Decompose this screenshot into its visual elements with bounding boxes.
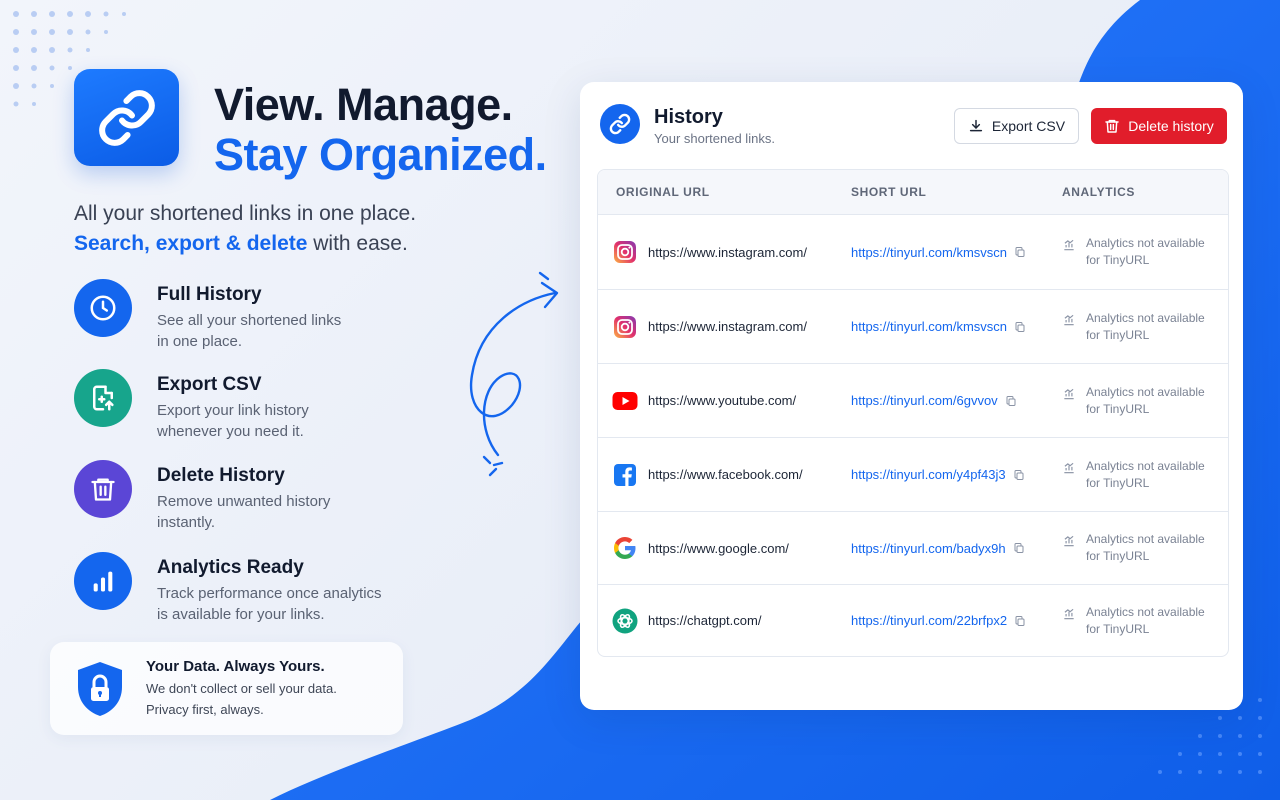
- facebook-icon: [612, 462, 638, 488]
- export-csv-button[interactable]: Export CSV: [954, 108, 1079, 144]
- hero-subtitle-rest: with ease.: [307, 232, 408, 255]
- history-table: ORIGINAL URL SHORT URL ANALYTICS https:/…: [597, 169, 1229, 657]
- original-url[interactable]: https://www.youtube.com/: [648, 393, 796, 408]
- hero-subtitle: All your shortened links in one place. S…: [74, 199, 416, 259]
- history-card: History Your shortened links. Export CSV…: [580, 82, 1243, 710]
- hero-title-line2: Stay Organized.: [214, 129, 547, 180]
- short-url-link[interactable]: https://tinyurl.com/kmsvscn: [851, 319, 1007, 334]
- hero-title: View. Manage. Stay Organized.: [214, 80, 547, 180]
- analytics-text: Analytics not available: [1086, 532, 1205, 546]
- table-row: https://www.instagram.com/ https://tinyu…: [598, 215, 1228, 290]
- short-url-link[interactable]: https://tinyurl.com/6gvvov: [851, 393, 998, 408]
- delete-history-label: Delete history: [1128, 118, 1214, 134]
- feature-title: Delete History: [157, 465, 285, 486]
- bar-chart-icon: [74, 552, 132, 610]
- hero-subtitle-highlight: Search, export & delete: [74, 232, 308, 255]
- chatgpt-icon: [612, 608, 638, 634]
- analytics-chart-icon: [1062, 313, 1076, 332]
- original-url[interactable]: https://chatgpt.com/: [648, 613, 761, 628]
- copy-icon[interactable]: [1014, 321, 1026, 333]
- analytics-text: Analytics not available: [1086, 310, 1205, 325]
- column-header-short-url: SHORT URL: [851, 185, 927, 199]
- feature-analytics-ready: Analytics Ready Track performance once a…: [74, 552, 382, 625]
- card-subtitle: Your shortened links.: [654, 131, 775, 146]
- analytics-text: for TinyURL: [1086, 549, 1150, 563]
- card-header: History Your shortened links.: [600, 104, 775, 146]
- privacy-desc: We don't collect or sell your data. Priv…: [146, 680, 337, 717]
- short-url-link[interactable]: https://tinyurl.com/kmsvscn: [851, 245, 1007, 260]
- analytics-text: Analytics not available: [1086, 236, 1205, 250]
- analytics-chart-icon: [1062, 534, 1076, 553]
- analytics-text: Analytics not available: [1086, 458, 1205, 473]
- decorative-arrow: [469, 271, 559, 477]
- feature-desc: See all your shortened links in one plac…: [157, 312, 342, 350]
- analytics-chart-icon: [1062, 607, 1076, 626]
- analytics-text: for TinyURL: [1086, 621, 1150, 636]
- download-icon: [969, 119, 982, 132]
- copy-icon[interactable]: [1013, 469, 1025, 481]
- feature-desc: Remove unwanted history instantly.: [157, 493, 331, 531]
- analytics-text: for TinyURL: [1086, 327, 1150, 342]
- analytics-text: for TinyURL: [1086, 253, 1150, 267]
- hero-title-line1: View. Manage.: [214, 79, 513, 130]
- clock-icon: [74, 279, 132, 337]
- hero-subtitle-line2: Search, export & delete with ease.: [74, 229, 416, 259]
- table-row: https://www.google.com/ https://tinyurl.…: [598, 512, 1228, 585]
- table-header: ORIGINAL URL SHORT URL ANALYTICS: [598, 170, 1228, 215]
- short-url-link[interactable]: https://tinyurl.com/badyx9h: [851, 541, 1006, 556]
- file-export-icon: [74, 369, 132, 427]
- trash-icon: [74, 460, 132, 518]
- copy-icon[interactable]: [1005, 395, 1017, 407]
- table-row: https://www.facebook.com/ https://tinyur…: [598, 438, 1228, 512]
- feature-title: Analytics Ready: [157, 557, 304, 578]
- youtube-icon: [612, 388, 638, 414]
- privacy-title: Your Data. Always Yours.: [146, 657, 325, 675]
- column-header-analytics: ANALYTICS: [1062, 185, 1135, 199]
- feature-desc: Export your link history whenever you ne…: [157, 402, 309, 440]
- feature-delete-history: Delete History Remove unwanted history i…: [74, 460, 330, 533]
- feature-export-csv: Export CSV Export your link history when…: [74, 369, 309, 442]
- analytics-chart-icon: [1062, 461, 1076, 480]
- export-csv-label: Export CSV: [991, 118, 1066, 134]
- analytics-text: for TinyURL: [1086, 401, 1150, 416]
- analytics-chart-icon: [1062, 387, 1076, 406]
- table-row: https://www.instagram.com/ https://tinyu…: [598, 290, 1228, 364]
- original-url[interactable]: https://www.instagram.com/: [648, 245, 807, 260]
- copy-icon[interactable]: [1013, 542, 1025, 554]
- analytics-chart-icon: [1062, 238, 1076, 257]
- analytics-text: Analytics not available: [1086, 384, 1205, 399]
- analytics-text: for TinyURL: [1086, 475, 1150, 490]
- short-url-link[interactable]: https://tinyurl.com/22brfpx2: [851, 613, 1007, 628]
- instagram-icon: [612, 239, 638, 265]
- feature-title: Export CSV: [157, 374, 262, 395]
- analytics-text: Analytics not available: [1086, 604, 1205, 619]
- google-icon: [612, 535, 638, 561]
- feature-title: Full History: [157, 284, 262, 305]
- short-url-link[interactable]: https://tinyurl.com/y4pf43j3: [851, 467, 1006, 482]
- feature-full-history: Full History See all your shortened link…: [74, 279, 341, 352]
- app-logo: [74, 69, 179, 166]
- shield-lock-icon: [78, 661, 122, 716]
- hero-subtitle-line1: All your shortened links in one place.: [74, 202, 417, 225]
- column-header-original-url: ORIGINAL URL: [616, 185, 710, 199]
- card-title: History: [654, 106, 723, 128]
- copy-icon[interactable]: [1014, 615, 1026, 627]
- trash-icon: [1105, 119, 1119, 133]
- link-icon: [600, 104, 640, 144]
- original-url[interactable]: https://www.instagram.com/: [648, 319, 807, 334]
- original-url[interactable]: https://www.facebook.com/: [648, 467, 803, 482]
- privacy-notice: Your Data. Always Yours. We don't collec…: [50, 642, 403, 735]
- instagram-icon: [612, 314, 638, 340]
- table-row: https://www.youtube.com/ https://tinyurl…: [598, 364, 1228, 438]
- delete-history-button[interactable]: Delete history: [1091, 108, 1227, 144]
- copy-icon[interactable]: [1014, 246, 1026, 258]
- original-url[interactable]: https://www.google.com/: [648, 541, 789, 556]
- feature-desc: Track performance once analytics is avai…: [157, 585, 382, 623]
- link-icon: [98, 89, 155, 146]
- table-row: https://chatgpt.com/ https://tinyurl.com…: [598, 585, 1228, 656]
